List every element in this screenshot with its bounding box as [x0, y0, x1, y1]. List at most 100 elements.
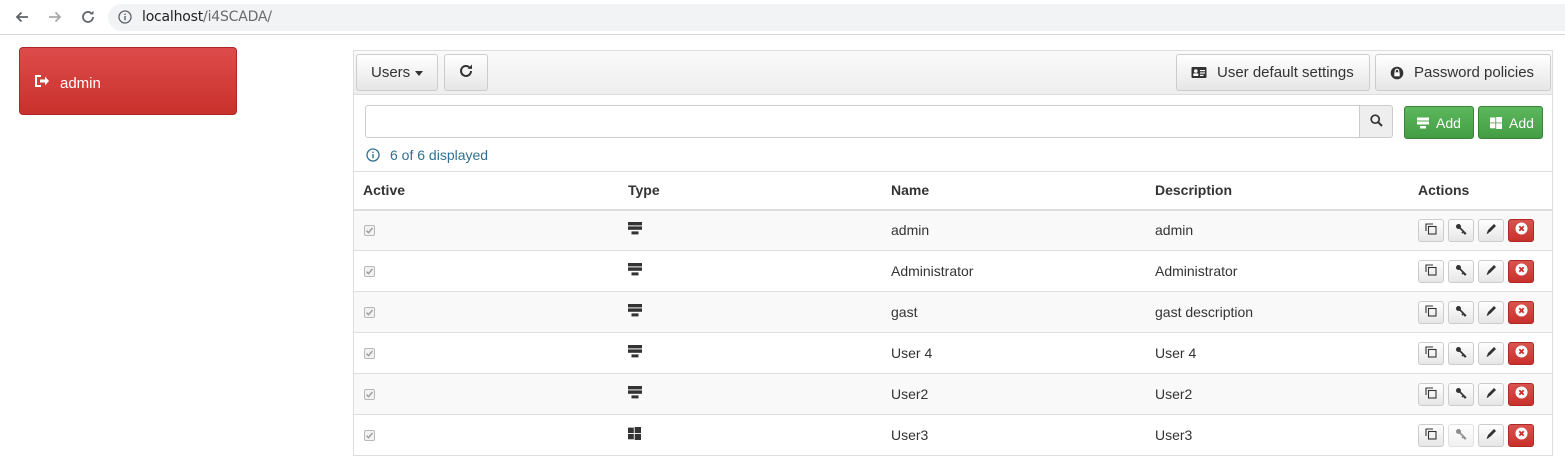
actions-cell [1409, 414, 1552, 456]
edit-user-button[interactable] [1478, 300, 1504, 324]
copy-icon [1425, 222, 1437, 238]
header-actions: Actions [1409, 171, 1552, 211]
pencil-icon [1485, 386, 1497, 402]
reload-icon[interactable] [77, 6, 99, 28]
pencil-icon [1485, 222, 1497, 238]
edit-user-button[interactable] [1478, 259, 1504, 283]
remove-circle-icon [1515, 427, 1528, 443]
type-cell [619, 291, 882, 333]
actions-cell [1409, 332, 1552, 374]
change-password-button[interactable] [1448, 423, 1474, 447]
remove-circle-icon [1515, 304, 1528, 320]
header-active[interactable]: Active [354, 171, 619, 211]
type-cell [619, 209, 882, 251]
info-icon[interactable] [118, 10, 132, 24]
active-cell [354, 291, 619, 333]
active-checkbox[interactable] [364, 266, 375, 277]
copy-user-button[interactable] [1418, 300, 1444, 324]
change-password-button[interactable] [1448, 300, 1474, 324]
windows-icon [628, 427, 641, 443]
search-button[interactable] [1359, 105, 1393, 138]
header-type[interactable]: Type [619, 171, 882, 211]
copy-icon [1425, 427, 1437, 443]
change-password-button[interactable] [1448, 382, 1474, 406]
caret-down-icon [415, 71, 424, 76]
delete-user-button[interactable] [1508, 218, 1534, 242]
pencil-icon [1485, 345, 1497, 361]
copy-user-button[interactable] [1418, 423, 1444, 447]
pencil-icon [1485, 263, 1497, 279]
add-user-button[interactable]: Add [1404, 106, 1474, 139]
users-dropdown-button[interactable]: Users [356, 54, 438, 91]
url-path: /i4SCADA/ [203, 9, 272, 25]
password-policies-button[interactable]: Password policies [1375, 54, 1551, 91]
actions-cell [1409, 373, 1552, 415]
delete-user-button[interactable] [1508, 341, 1534, 365]
key-icon [1455, 304, 1467, 320]
forward-icon[interactable] [44, 6, 66, 28]
header-description[interactable]: Description [1146, 171, 1409, 211]
active-checkbox[interactable] [364, 348, 375, 359]
active-checkbox[interactable] [364, 430, 375, 442]
search-input[interactable] [365, 105, 1360, 138]
table-row[interactable]: User3 User3 [354, 414, 1552, 456]
change-password-button[interactable] [1448, 218, 1474, 242]
name-cell: Administrator [882, 250, 1146, 292]
copy-user-button[interactable] [1418, 382, 1444, 406]
address-bar[interactable]: localhost/i4SCADA/ [108, 4, 1565, 31]
table-row[interactable]: gast gast description [354, 291, 1552, 333]
logout-label: admin [60, 75, 101, 92]
delete-user-button[interactable] [1508, 382, 1534, 406]
name-cell: User3 [882, 414, 1146, 456]
type-cell [619, 414, 882, 456]
users-panel: Users User default settings Password pol… [353, 50, 1553, 456]
user-default-settings-label: User default settings [1217, 64, 1354, 81]
active-checkbox[interactable] [364, 389, 375, 400]
table-row[interactable]: User 4 User 4 [354, 332, 1552, 374]
table-row[interactable]: admin admin [354, 209, 1552, 251]
delete-user-button[interactable] [1508, 259, 1534, 283]
panel-toolbar: Users User default settings Password pol… [354, 51, 1552, 95]
type-cell [619, 332, 882, 374]
copy-user-button[interactable] [1418, 341, 1444, 365]
sign-out-icon [34, 74, 50, 88]
search-icon [1369, 113, 1383, 130]
edit-user-button[interactable] [1478, 423, 1504, 447]
table-row[interactable]: Administrator Administrator [354, 250, 1552, 292]
remove-circle-icon [1515, 222, 1528, 238]
add-windows-user-button[interactable]: Add [1478, 106, 1543, 139]
delete-user-button[interactable] [1508, 423, 1534, 447]
copy-user-button[interactable] [1418, 259, 1444, 283]
active-checkbox[interactable] [364, 225, 375, 237]
change-password-button[interactable] [1448, 259, 1474, 283]
refresh-button[interactable] [444, 54, 488, 91]
change-password-button[interactable] [1448, 341, 1474, 365]
table-header-row: Active Type Name Description Actions [354, 171, 1552, 211]
table-row[interactable]: User2 User2 [354, 373, 1552, 415]
edit-user-button[interactable] [1478, 341, 1504, 365]
user-default-settings-button[interactable]: User default settings [1176, 54, 1370, 91]
copy-user-button[interactable] [1418, 218, 1444, 242]
delete-user-button[interactable] [1508, 300, 1534, 324]
description-cell: Administrator [1146, 250, 1409, 292]
remove-circle-icon [1515, 263, 1528, 279]
header-name[interactable]: Name [882, 171, 1146, 211]
record-count: 6 of 6 displayed [366, 147, 488, 163]
server-icon [628, 304, 642, 320]
users-dropdown-label: Users [371, 64, 411, 81]
name-cell: admin [882, 209, 1146, 251]
actions-cell [1409, 291, 1552, 333]
key-icon [1455, 345, 1467, 361]
copy-icon [1425, 386, 1437, 402]
logout-button[interactable]: admin [19, 47, 237, 115]
pencil-icon [1485, 427, 1497, 443]
active-cell [354, 414, 619, 456]
active-checkbox[interactable] [364, 307, 375, 318]
password-policies-label: Password policies [1414, 64, 1535, 81]
remove-circle-icon [1515, 386, 1528, 402]
active-cell [354, 250, 619, 292]
back-icon[interactable] [11, 6, 33, 28]
add-user-label: Add [1436, 114, 1461, 131]
edit-user-button[interactable] [1478, 218, 1504, 242]
edit-user-button[interactable] [1478, 382, 1504, 406]
